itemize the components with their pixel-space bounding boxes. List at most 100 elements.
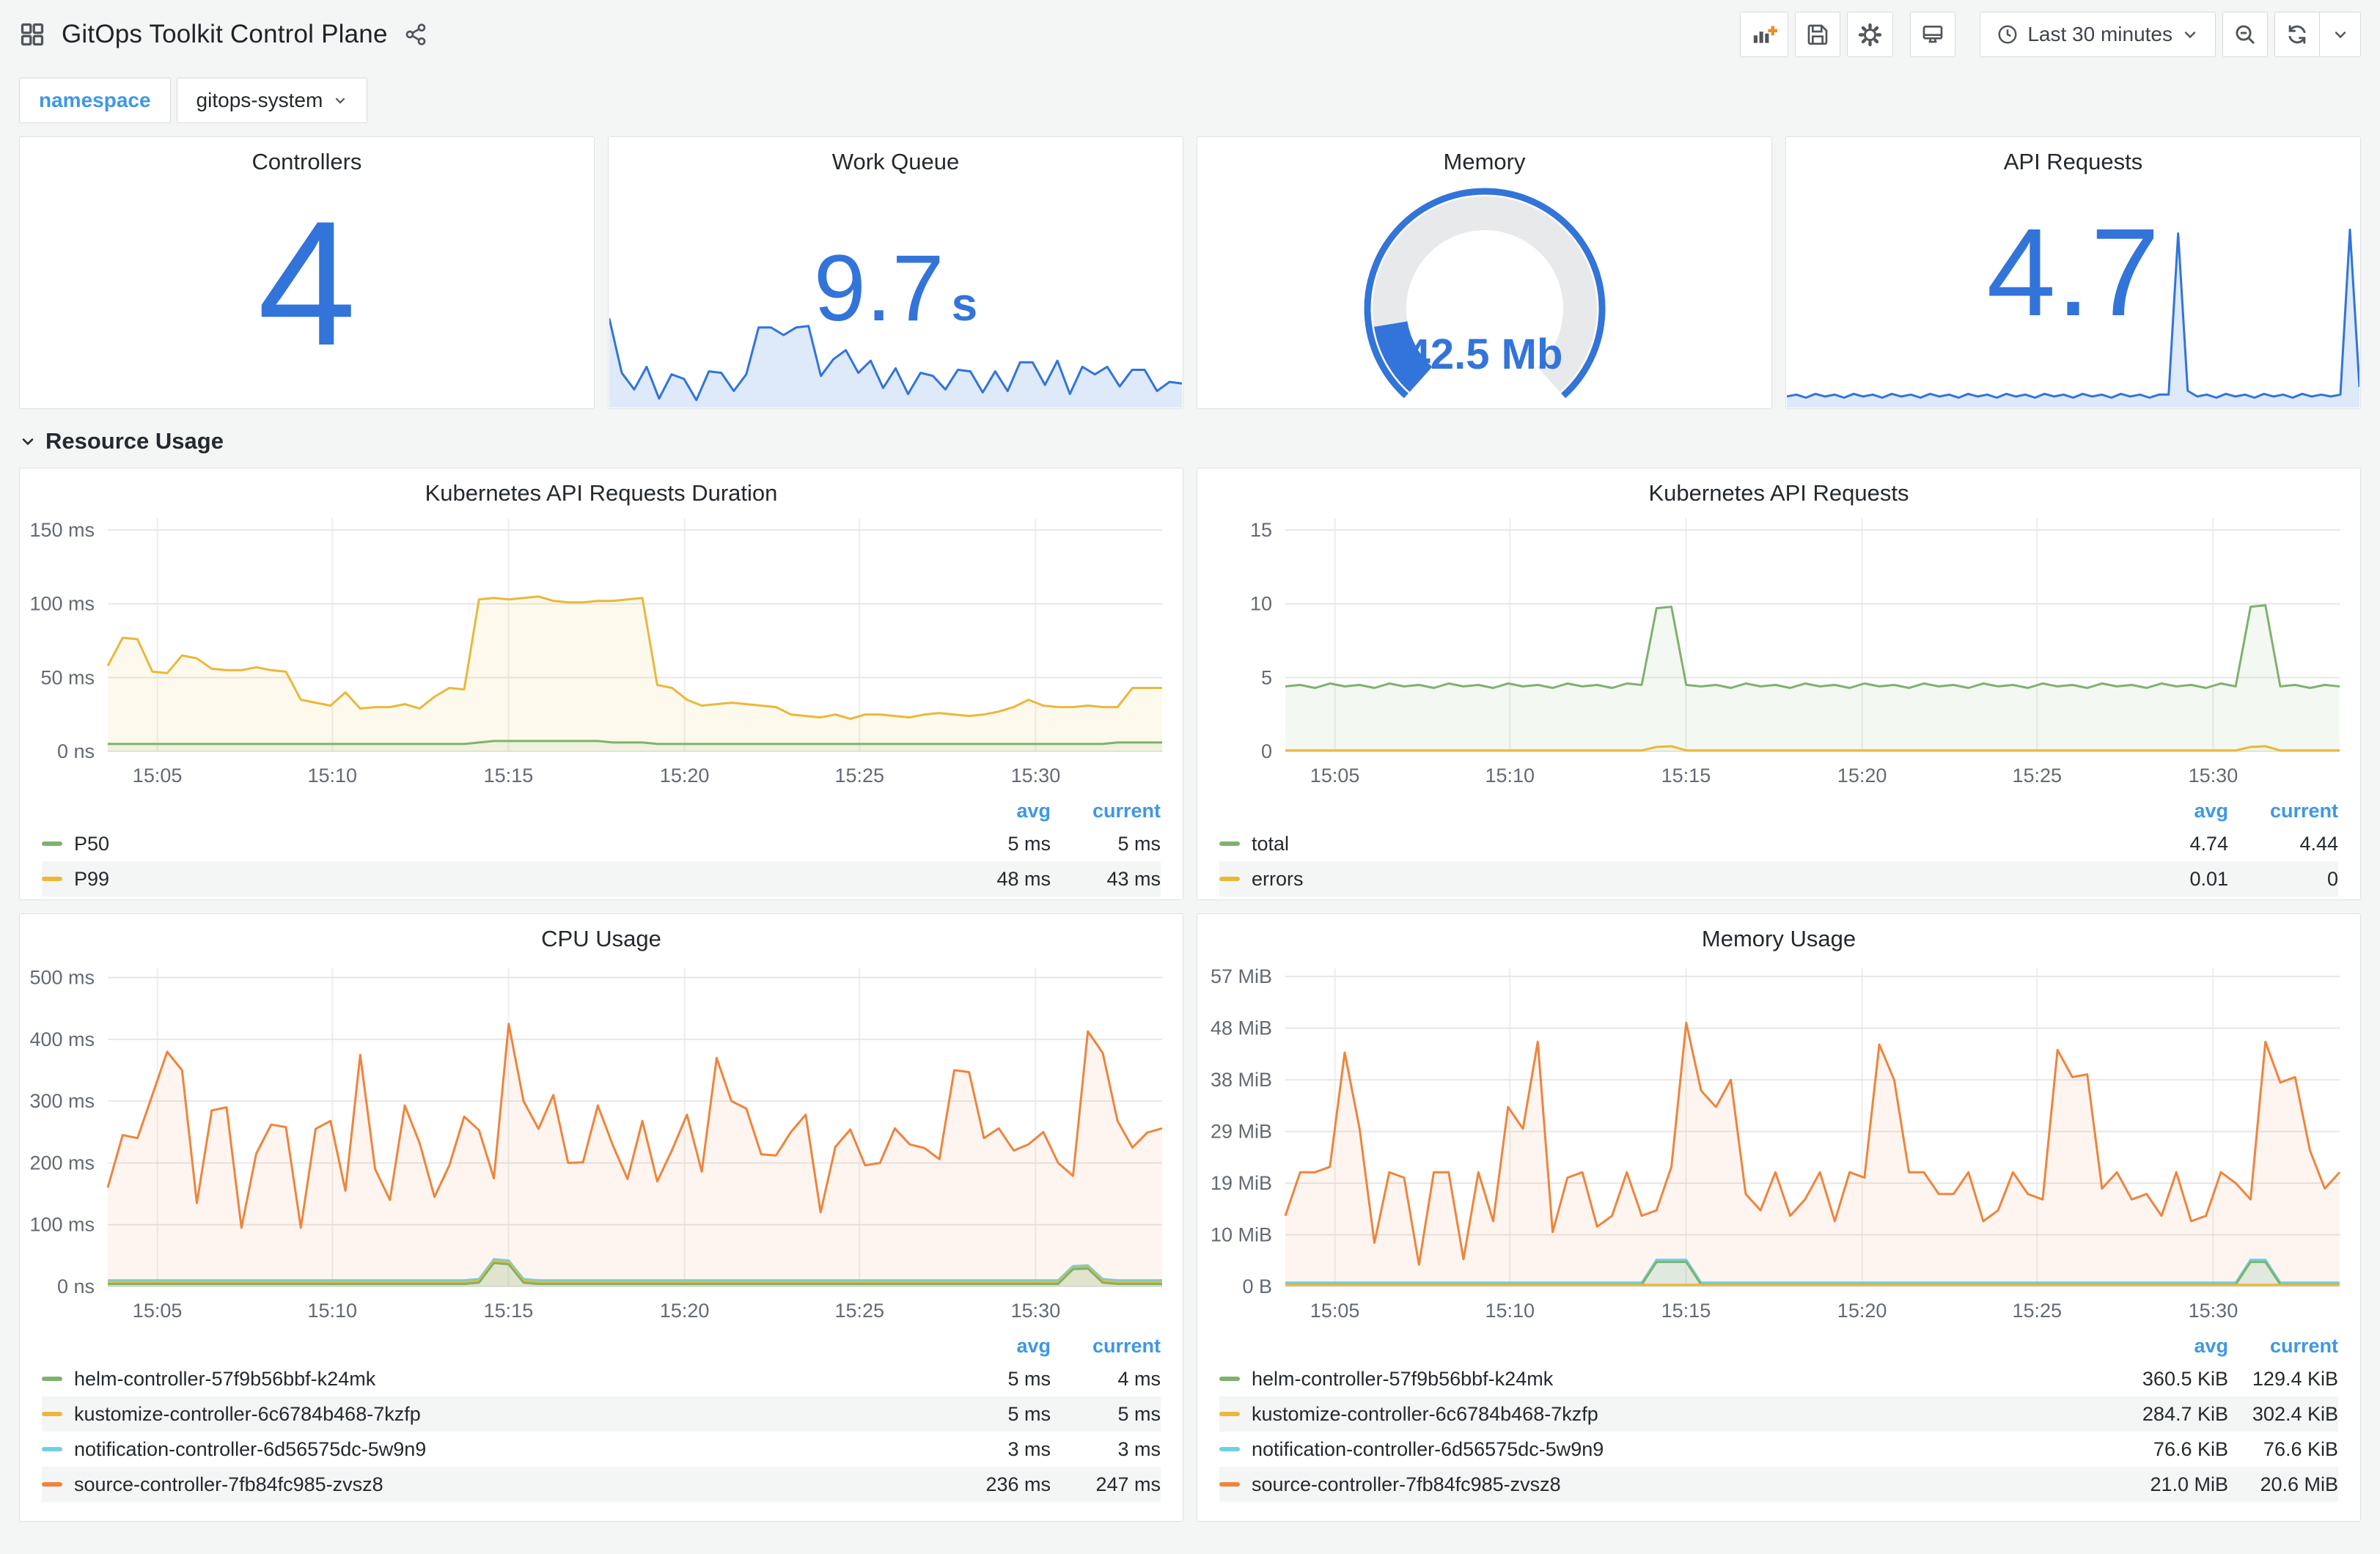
panel-title[interactable]: Kubernetes API Requests	[1197, 468, 2360, 507]
svg-text:15:05: 15:05	[1310, 765, 1360, 787]
chevron-down-icon	[19, 432, 37, 450]
dashboard-settings-button[interactable]	[1847, 12, 1894, 57]
panel-title[interactable]: Memory	[1197, 137, 1771, 180]
legend-series-name[interactable]: notification-controller-6d56575dc-5w9n9	[74, 1438, 926, 1461]
legend-series-name[interactable]: P99	[74, 868, 926, 891]
legend-column-avg[interactable]: avg	[926, 1335, 1051, 1358]
time-series-plot[interactable]: 15:05 15:10 15:15 15:20 15:25 15:30 0 B 10 MiB 1…	[1197, 957, 2360, 1329]
cycle-view-button[interactable]	[1910, 12, 1956, 57]
svg-text:15:05: 15:05	[1310, 1300, 1360, 1322]
legend-column-current[interactable]: current	[2228, 800, 2338, 822]
svg-text:57 MiB: 57 MiB	[1211, 965, 1272, 987]
series-color-dash	[42, 1447, 62, 1451]
legend-current-value: 5 ms	[1117, 832, 1161, 855]
svg-text:15:20: 15:20	[1837, 765, 1887, 787]
legend-series-name[interactable]: errors	[1252, 868, 2104, 891]
legend-row: errors 0.01 0	[1219, 861, 2338, 896]
legend-series-name[interactable]: P50	[74, 833, 926, 855]
svg-text:15:20: 15:20	[660, 765, 710, 787]
legend: avg current helm-controller-57f9b56bbf-k24…	[1197, 1329, 2360, 1509]
legend-series-name[interactable]: kustomize-controller-6c6784b468-7kzfp	[74, 1403, 926, 1426]
zoom-out-button[interactable]	[2222, 12, 2268, 57]
series-color-dash	[1219, 1482, 1240, 1487]
time-series-plot[interactable]: 15:05 15:10 15:15 15:20 15:25 15:30 0 ns 100 ms…	[20, 957, 1183, 1329]
legend-current-value: 43 ms	[1106, 867, 1161, 890]
panel-title[interactable]: CPU Usage	[20, 914, 1183, 957]
svg-text:15:10: 15:10	[1485, 1300, 1535, 1322]
legend-column-current[interactable]: current	[1051, 1335, 1161, 1358]
legend-current-value: 20.6 MiB	[2260, 1473, 2338, 1495]
legend-current-value: 4.44	[2299, 832, 2338, 855]
legend-column-avg[interactable]: avg	[2104, 1335, 2228, 1358]
row-resource-usage[interactable]: Resource Usage	[0, 409, 2380, 468]
svg-text:400 ms: 400 ms	[29, 1028, 95, 1050]
api-requests-value: 4.7	[1986, 203, 2160, 342]
legend-row: kustomize-controller-6c6784b468-7kzfp 5 m…	[42, 1396, 1161, 1432]
svg-text:15:10: 15:10	[308, 765, 358, 787]
legend-current-value: 302.4 KiB	[2252, 1402, 2338, 1425]
legend-series-name[interactable]: helm-controller-57f9b56bbf-k24mk	[1252, 1368, 2104, 1391]
refresh-button[interactable]	[2274, 12, 2320, 57]
legend-series-name[interactable]: source-controller-7fb84fc985-zvsz8	[74, 1473, 926, 1496]
panel-title[interactable]: Controllers	[20, 137, 594, 180]
svg-text:15:20: 15:20	[1837, 1300, 1887, 1322]
panel-controllers: Controllers 4	[19, 136, 595, 409]
legend-series-name[interactable]: source-controller-7fb84fc985-zvsz8	[1252, 1473, 2104, 1496]
series-color-dash	[1219, 1377, 1240, 1381]
legend-current-value: 5 ms	[1117, 1402, 1161, 1425]
panel-title[interactable]: Memory Usage	[1197, 914, 2360, 957]
series-color-dash	[42, 842, 62, 846]
legend-avg-value: 5 ms	[1007, 832, 1051, 855]
legend-avg-value: 5 ms	[1007, 1402, 1051, 1425]
svg-text:29 MiB: 29 MiB	[1211, 1121, 1272, 1143]
svg-text:15:25: 15:25	[2013, 765, 2063, 787]
panel-title[interactable]: Kubernetes API Requests Duration	[20, 468, 1183, 507]
legend-column-avg[interactable]: avg	[2104, 800, 2228, 822]
clock-icon	[1997, 23, 2019, 45]
legend-column-current[interactable]: current	[1051, 800, 1161, 822]
variable-namespace-value[interactable]: gitops-system	[176, 78, 368, 123]
svg-text:15:15: 15:15	[484, 1300, 534, 1322]
svg-text:0 ns: 0 ns	[57, 1275, 95, 1297]
svg-text:300 ms: 300 ms	[29, 1090, 95, 1112]
legend-current-value: 129.4 KiB	[2252, 1367, 2338, 1390]
add-panel-button[interactable]	[1740, 12, 1789, 57]
legend-row: P50 5 ms 5 ms	[42, 826, 1161, 861]
legend-current-value: 3 ms	[1117, 1437, 1161, 1460]
panel-api-requests: API Requests 4.7	[1785, 136, 2361, 409]
legend-row: notification-controller-6d56575dc-5w9n9 3…	[42, 1432, 1161, 1467]
legend-column-current[interactable]: current	[2228, 1335, 2338, 1358]
svg-text:0 ns: 0 ns	[57, 740, 95, 762]
dashboard-grid-icon[interactable]	[19, 21, 45, 48]
panel-title[interactable]: Work Queue	[609, 137, 1183, 180]
svg-text:0: 0	[1261, 740, 1272, 762]
legend-avg-value: 48 ms	[996, 867, 1051, 890]
legend-header: avg current	[42, 795, 1161, 826]
time-series-plot[interactable]: 15:05 15:10 15:15 15:20 15:25 15:30 0 5 10 15	[1197, 507, 2360, 794]
refresh-interval-button[interactable]	[2320, 12, 2361, 57]
legend-series-name[interactable]: helm-controller-57f9b56bbf-k24mk	[74, 1368, 926, 1391]
legend-row: source-controller-7fb84fc985-zvsz8 236 ms…	[42, 1467, 1161, 1502]
svg-text:500 ms: 500 ms	[29, 967, 95, 989]
legend-series-name[interactable]: total	[1252, 833, 2104, 855]
legend-avg-value: 76.6 KiB	[2153, 1437, 2228, 1460]
legend-header: avg current	[1219, 795, 2338, 826]
svg-text:38 MiB: 38 MiB	[1211, 1069, 1272, 1091]
legend-series-name[interactable]: notification-controller-6d56575dc-5w9n9	[1252, 1438, 2104, 1461]
time-range-picker[interactable]: Last 30 minutes	[1980, 12, 2216, 57]
time-series-plot[interactable]: 15:05 15:10 15:15 15:20 15:25 15:30 0 ns 50 ms 1…	[20, 507, 1183, 794]
chevron-down-icon	[2181, 26, 2199, 43]
svg-text:15:20: 15:20	[660, 1300, 710, 1322]
save-dashboard-button[interactable]	[1795, 12, 1841, 57]
panel-title[interactable]: API Requests	[1786, 137, 2360, 180]
add-panel-icon	[1751, 23, 1778, 46]
legend-current-value: 76.6 KiB	[2263, 1437, 2338, 1460]
series-color-dash	[1219, 842, 1240, 846]
legend-column-avg[interactable]: avg	[926, 800, 1051, 822]
variable-namespace-label[interactable]: namespace	[19, 78, 171, 123]
svg-text:15:05: 15:05	[133, 1300, 183, 1322]
svg-text:15:30: 15:30	[1011, 1300, 1061, 1322]
series-color-dash	[42, 1482, 62, 1487]
share-icon[interactable]	[404, 23, 427, 46]
legend-series-name[interactable]: kustomize-controller-6c6784b468-7kzfp	[1252, 1403, 2104, 1426]
